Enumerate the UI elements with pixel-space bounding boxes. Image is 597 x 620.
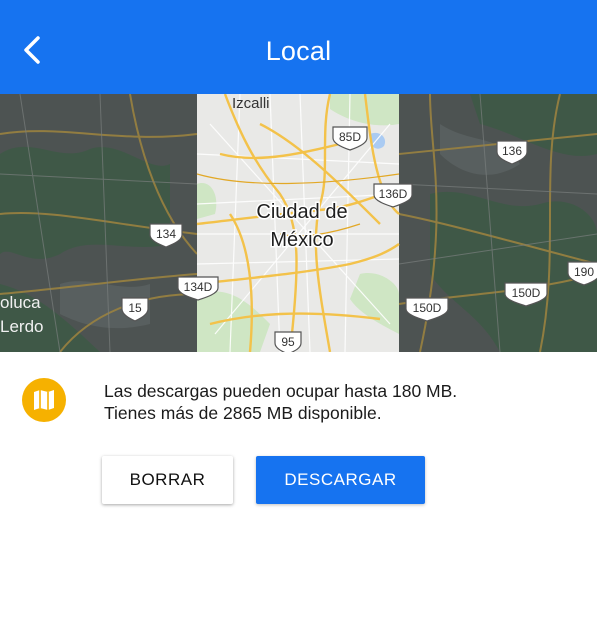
- map-label-lerdo: Lerdo: [0, 317, 43, 336]
- highway-shield-95: 95: [274, 331, 302, 352]
- map-preview[interactable]: Izcalli Ciudad de México oluca Lerdo 85D…: [0, 94, 597, 352]
- map-label-city-line1: Ciudad de: [256, 201, 347, 223]
- svg-text:150D: 150D: [413, 301, 442, 315]
- svg-text:95: 95: [281, 335, 295, 349]
- svg-text:134D: 134D: [184, 280, 213, 294]
- map-icon: [22, 378, 66, 422]
- map-label-toluca: oluca: [0, 293, 41, 312]
- map-label-izcalli: Izcalli: [232, 95, 270, 112]
- download-size-line1: Las descargas pueden ocupar hasta 180 MB…: [104, 381, 458, 401]
- svg-text:85D: 85D: [339, 130, 361, 144]
- download-size-message: Las descargas pueden ocupar hasta 180 MB…: [104, 380, 457, 424]
- download-info-panel: Las descargas pueden ocupar hasta 180 MB…: [0, 352, 597, 620]
- svg-text:136: 136: [502, 144, 522, 158]
- top-app-bar: Local: [0, 0, 597, 94]
- clear-button[interactable]: BORRAR: [102, 456, 233, 504]
- available-space-line2: Tienes más de 2865 MB disponible.: [104, 403, 382, 423]
- page-title: Local: [265, 36, 332, 66]
- svg-text:134: 134: [156, 227, 176, 241]
- svg-text:190: 190: [574, 265, 594, 279]
- map-label-city-line2: México: [270, 229, 333, 251]
- download-button[interactable]: DESCARGAR: [256, 456, 425, 504]
- svg-text:15: 15: [128, 301, 142, 315]
- svg-text:150D: 150D: [512, 286, 541, 300]
- svg-text:136D: 136D: [379, 187, 408, 201]
